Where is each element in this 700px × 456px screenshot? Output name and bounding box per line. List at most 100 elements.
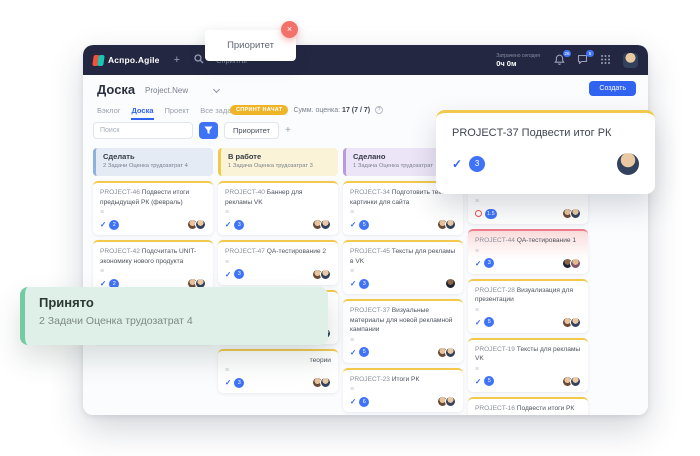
description-icon: ≡ [350,386,456,393]
add-filter-button[interactable]: + [285,125,291,136]
project-select-value: Project.New [145,86,188,95]
task-title: PROJECT-37 Визуальные материалы для ново… [350,306,456,335]
column-name: В работе [228,152,331,161]
check-icon: ✓ [225,270,231,279]
assignee-avatar [445,219,456,230]
tab-проект[interactable]: Проект [165,106,190,120]
task-title: PROJECT-44 QA-тестирование 1 [475,236,581,246]
assignee-avatar [320,269,331,280]
create-button[interactable]: Создать [589,81,636,96]
task-code: PROJECT-34 [350,189,392,196]
check-icon: ✓ [225,220,231,229]
description-icon: ≡ [350,268,456,275]
sprint-status-badge: СПРИНТ НАЧАТ [230,105,288,115]
chevron-down-icon [213,86,220,93]
messages-badge: 5 [586,50,594,57]
task-card-overlay[interactable]: PROJECT-37 Подвести итог РК ✓ 3 [436,110,655,194]
filter-button[interactable] [199,122,218,139]
task-card[interactable]: PROJECT-47 QA-тестирование 2≡✓3 [218,240,338,285]
check-icon: ✓ [475,318,481,327]
user-avatar[interactable] [623,53,638,68]
description-icon: ≡ [225,259,331,266]
assignee-avatar [617,153,639,175]
estimate-badge: 1.5 [485,209,497,219]
column-name: Сделать [103,152,206,161]
task-card[interactable]: PROJECT-16 Подвести итоги РК≡ [468,397,588,415]
task-code: PROJECT-45 [350,248,392,255]
task-title: PROJECT-16 Подвести итоги РК [475,404,581,414]
task-title: теории [225,356,331,366]
description-icon: ≡ [475,307,581,314]
check-icon: ✓ [350,397,356,406]
description-icon: ≡ [100,268,206,275]
apps-grid-icon[interactable] [600,54,612,66]
assignee-avatar [570,317,581,328]
assignee-avatar [195,219,206,230]
estimate-badge: 3 [469,156,485,172]
page-title: Доска [97,82,135,97]
task-card[interactable]: теории≡✓3 [218,349,338,394]
project-select[interactable]: Project.New [145,86,219,95]
estimate-badge: 3 [234,220,244,230]
app-logo[interactable]: Аспро.Agile [93,55,160,66]
priority-filter-button[interactable]: Приоритет [224,122,279,139]
description-icon: ≡ [475,198,581,205]
search-icon[interactable] [194,54,204,67]
assignee-avatar [570,258,581,269]
score-summary: Сумм. оценка: 17 (7 / 7) [293,107,370,114]
board-column: В работе 1 Задача Оценка трудозатрат 3 PRO… [218,148,338,415]
top-navbar: Аспро.Agile + Спринты Затрачено сегодня … [83,45,648,75]
description-icon: ≡ [475,366,581,373]
task-card[interactable]: PROJECT-23 Итоги РК≡ ✓6 [343,368,463,413]
tab-бэклог[interactable]: Бэклог [97,106,120,120]
page: Аспро.Agile + Спринты Затрачено сегодня … [0,0,700,456]
notifications-badge: 26 [563,50,571,57]
estimate-badge: 6 [359,397,369,407]
assignee-avatar [445,347,456,358]
task-card[interactable]: PROJECT-28 Визуализация для презентации≡… [468,279,588,333]
assignee-avatar [445,396,456,407]
estimate-badge: 3 [359,279,369,289]
task-code: PROJECT-46 [100,189,142,196]
assignee-avatar [320,377,331,388]
check-icon: ✓ [100,220,106,229]
task-code: PROJECT-19 [475,346,517,353]
task-title: PROJECT-40 Баннер для рекламы VK [225,188,331,207]
messages-icon[interactable]: 5 [577,54,589,66]
task-title: PROJECT-19 Тексты для рекламы VK [475,345,581,364]
accepted-title: Принято [39,295,314,310]
task-code: PROJECT-44 [475,237,517,244]
task-title: PROJECT-23 Итоги РК [350,375,456,385]
description-icon: ≡ [350,209,456,216]
task-card[interactable]: PROJECT-44 QA-тестирование 1≡✓3 [468,229,588,274]
task-code: PROJECT-40 [225,189,267,196]
task-title: PROJECT-42 Подсчитать UNIT-экономику нов… [100,247,206,266]
description-icon: ≡ [100,209,206,216]
info-icon[interactable]: ? [375,106,383,114]
app-window: Аспро.Agile + Спринты Затрачено сегодня … [83,45,648,415]
search-input[interactable] [93,122,193,139]
time-tracker-value: 0ч 0м [496,59,540,68]
task-card-overlay-title: PROJECT-37 Подвести итог РК [452,127,639,139]
task-card[interactable]: PROJECT-40 Баннер для рекламы VK≡✓3 [218,181,338,235]
task-card[interactable]: PROJECT-46 Подвести итоги предыдущей РК … [93,181,213,235]
notifications-bell-icon[interactable]: 26 [554,54,566,66]
column-meta: 1 Задача Оценка трудозатрат 3 [228,163,331,169]
task-card[interactable]: PROJECT-45 Тексты для рекламы в VK≡✓3 [343,240,463,294]
logo-icon [93,55,104,66]
task-title: PROJECT-47 QA-тестирование 2 [225,247,331,257]
score-value: 17 (7 / 7) [342,107,370,114]
task-card[interactable]: PROJECT-37 Визуальные материалы для ново… [343,299,463,363]
description-icon: ≡ [475,248,581,255]
task-card[interactable]: PROJECT-19 Тексты для рекламы VK≡✓5 [468,338,588,392]
close-icon[interactable]: × [281,21,298,38]
filter-toolbar: Приоритет + [93,122,291,139]
add-icon[interactable]: + [174,55,180,66]
time-tracker[interactable]: Затрачено сегодня 0ч 0м [496,53,540,68]
assignee-avatar [570,208,581,219]
app-name: Аспро.Agile [108,55,160,65]
task-code: PROJECT-28 [475,287,517,294]
task-code: PROJECT-37 [350,307,392,314]
description-icon: ≡ [350,337,456,344]
tab-доска[interactable]: Доска [131,106,153,120]
